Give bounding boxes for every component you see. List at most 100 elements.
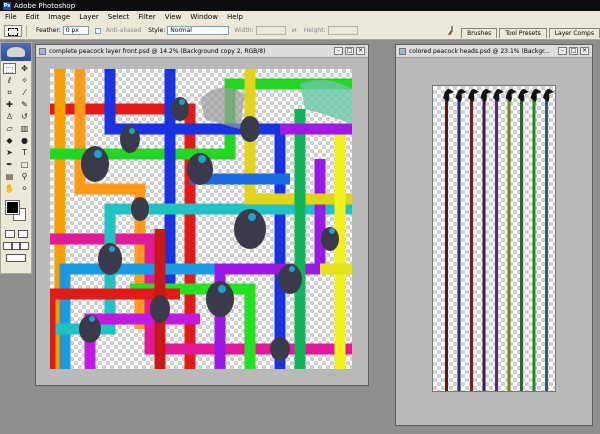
type-tool-icon[interactable]: T <box>18 147 31 158</box>
peacock-head <box>505 89 517 102</box>
foreground-color-swatch[interactable] <box>5 200 20 215</box>
full-screen-mode-icon[interactable] <box>20 242 30 250</box>
peacock-head <box>518 89 529 102</box>
menu-image[interactable]: Image <box>48 13 70 21</box>
peacock-head <box>530 89 542 102</box>
peacock-neck-stripe <box>482 96 486 391</box>
photoshop-icon: Ps <box>3 1 11 10</box>
maximize-icon[interactable]: □ <box>569 47 578 55</box>
window-controls: – □ × <box>556 47 589 55</box>
document-canvas[interactable] <box>50 69 352 369</box>
minimize-icon[interactable]: – <box>558 47 567 55</box>
menu-filter[interactable]: Filter <box>138 13 155 21</box>
antialiased-label: Anti-aliased <box>105 27 142 34</box>
peacock-head <box>480 89 492 102</box>
palette-well-brush-icon[interactable] <box>446 26 456 36</box>
standard-screen-mode-icon[interactable] <box>3 242 12 250</box>
palette-well: Brushes Tool Presets Layer Comps <box>446 24 600 38</box>
document-window-peacock-heads: colored peacock heads.psd @ 23.1% (Backg… <box>395 44 593 426</box>
close-icon[interactable]: × <box>356 47 365 55</box>
feather-input[interactable]: 0 px <box>62 26 89 35</box>
tool-preset-picker[interactable] <box>4 24 22 37</box>
magic-wand-tool-icon[interactable]: ✧ <box>18 75 31 86</box>
peacock-neck-stripe <box>532 96 536 391</box>
peacock-neck-stripe <box>507 96 511 391</box>
imageready-jump <box>1 252 31 264</box>
antialiased-checkbox[interactable] <box>94 27 101 34</box>
height-input[interactable] <box>327 26 358 35</box>
app-title: Adobe Photoshop <box>14 1 76 10</box>
healing-brush-tool-icon[interactable]: ✚ <box>3 99 16 110</box>
history-brush-tool-icon[interactable]: ↺ <box>18 111 31 122</box>
lasso-tool-icon[interactable]: ℓ <box>3 75 16 86</box>
psd-file-icon <box>399 47 406 55</box>
tab-layer-comps[interactable]: Layer Comps <box>548 28 600 38</box>
move-tool-icon[interactable]: ✥ <box>18 63 31 74</box>
close-icon[interactable]: × <box>580 47 589 55</box>
marquee-tool-icon[interactable]: ⬚ <box>3 63 16 74</box>
quick-mask-mode-icon[interactable] <box>17 230 28 238</box>
peacock-head <box>443 89 454 102</box>
pen-tool-icon[interactable]: ✒ <box>3 159 16 170</box>
peacock-neck-stripe <box>470 96 473 391</box>
document-titlebar: colored peacock heads.psd @ 23.1% (Backg… <box>396 45 592 58</box>
width-label: Width: <box>234 27 254 34</box>
clone-stamp-tool-icon[interactable]: ♙ <box>3 111 16 122</box>
menu-layer[interactable]: Layer <box>79 13 99 21</box>
menu-file[interactable]: File <box>5 13 17 21</box>
height-label: Height: <box>303 27 326 34</box>
eyedropper-tool-icon[interactable]: ⚲ <box>18 171 31 182</box>
eraser-tool-icon[interactable]: ▱ <box>3 123 16 134</box>
width-input[interactable] <box>255 26 286 35</box>
document-title: colored peacock heads.psd @ 23.1% (Backg… <box>409 47 550 55</box>
color-swatches <box>3 199 29 225</box>
window-controls: – □ × <box>332 47 365 55</box>
peacock-neck-stripe <box>495 96 498 391</box>
slice-tool-icon[interactable]: ⁄ <box>18 87 31 98</box>
tab-tool-presets[interactable]: Tool Presets <box>499 28 547 38</box>
tab-brushes[interactable]: Brushes <box>461 28 498 38</box>
maximize-icon[interactable]: □ <box>345 47 354 55</box>
full-screen-menu-mode-icon[interactable] <box>11 242 21 250</box>
gradient-tool-icon[interactable]: ▥ <box>18 123 31 134</box>
peacock-neck-stripe <box>520 96 523 391</box>
notes-tool-icon[interactable]: ▤ <box>3 171 16 182</box>
shape-tool-icon[interactable]: □ <box>18 159 31 170</box>
path-selection-tool-icon[interactable]: ➤ <box>3 147 16 158</box>
menu-bar: File Edit Image Layer Select Filter View… <box>0 11 600 22</box>
document-titlebar: complete peacock layer front.psd @ 14.2%… <box>36 45 368 58</box>
jump-to-imageready-icon[interactable] <box>6 254 26 262</box>
dodge-tool-icon[interactable]: ● <box>18 135 31 146</box>
zoom-tool-icon[interactable]: ⚪ <box>18 183 31 194</box>
style-label: Style: <box>148 27 166 34</box>
blur-tool-icon[interactable]: ◆ <box>3 135 16 146</box>
feather-logo-icon <box>7 47 25 57</box>
options-separator <box>26 24 27 37</box>
screen-modes <box>1 240 31 252</box>
peacock-head <box>493 89 504 102</box>
swap-icon[interactable]: ⇄ <box>292 27 297 34</box>
peacock-heads-artwork <box>443 89 554 391</box>
crop-tool-icon[interactable]: ⌗ <box>3 87 16 98</box>
document-title: complete peacock layer front.psd @ 14.2%… <box>49 47 266 55</box>
menu-select[interactable]: Select <box>108 13 130 21</box>
menu-help[interactable]: Help <box>227 13 243 21</box>
mask-modes <box>1 228 31 240</box>
brush-tool-icon[interactable]: ✎ <box>18 99 31 110</box>
minimize-icon[interactable]: – <box>334 47 343 55</box>
psd-file-icon <box>39 47 46 55</box>
peacock-neck-stripe <box>445 96 448 391</box>
document-canvas[interactable] <box>432 85 556 392</box>
peacock-head <box>543 89 554 102</box>
style-select[interactable]: Normal <box>167 26 230 35</box>
document-window-peacock-layer: complete peacock layer front.psd @ 14.2%… <box>35 44 369 386</box>
hand-tool-icon[interactable]: ✋ <box>3 183 16 194</box>
peacock-head <box>468 89 479 102</box>
standard-mode-icon[interactable] <box>4 230 15 238</box>
menu-edit[interactable]: Edit <box>26 13 40 21</box>
menu-window[interactable]: Window <box>190 13 218 21</box>
tool-grid: ⬚ ✥ ℓ ✧ ⌗ ⁄ ✚ ✎ ♙ ↺ ▱ ▥ ◆ ● ➤ T ✒ □ ▤ ⚲ … <box>1 61 31 196</box>
app-titlebar: Ps Adobe Photoshop <box>0 0 600 11</box>
toolbox-header <box>1 43 31 61</box>
menu-view[interactable]: View <box>165 13 182 21</box>
